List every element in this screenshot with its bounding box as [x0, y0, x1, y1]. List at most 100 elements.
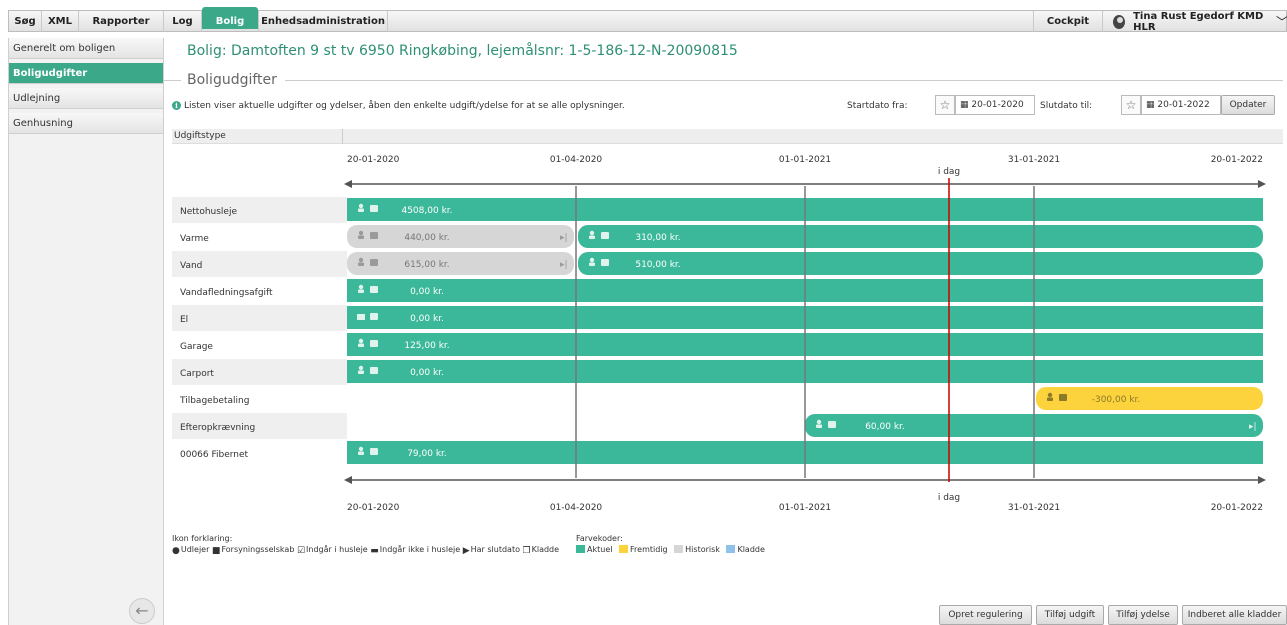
minus-box-icon — [370, 232, 378, 239]
user-icon-body — [358, 343, 364, 347]
minus-box-icon — [601, 232, 609, 239]
user-icon-body — [358, 451, 364, 455]
legend-aktuel: Aktuel — [587, 545, 613, 554]
color-legend-title: Farvekoder: — [576, 534, 623, 543]
user-icon-body — [358, 289, 364, 293]
minus-box-icon — [370, 205, 378, 212]
minus-box-icon — [828, 421, 836, 428]
legend-kladde-color: Kladde — [737, 545, 765, 554]
axis-arrow-right — [1258, 180, 1266, 188]
expense-amount: 60,00 kr. — [865, 422, 905, 432]
swatch-aktuel — [576, 545, 585, 553]
date-marker-top: 01-04-2020 — [550, 155, 603, 165]
today-label-top: i dag — [938, 167, 960, 177]
tilfoej-udgift-button[interactable]: Tilføj udgift — [1036, 605, 1104, 625]
row-label: 00066 Fibernet — [180, 450, 249, 460]
swatch-kladde — [726, 545, 736, 553]
expense-amount: 4508,00 kr. — [401, 206, 452, 216]
date-marker-bottom: 01-04-2020 — [550, 503, 603, 513]
indberet-alle-kladder-button[interactable]: Indberet alle kladder — [1182, 605, 1287, 625]
date-marker-top: 20-01-2020 — [347, 155, 400, 165]
user-icon — [358, 338, 364, 344]
expense-amount: 0,00 kr. — [410, 287, 444, 297]
user-icon — [1047, 392, 1053, 398]
minus-box-icon: ▬ — [370, 546, 379, 556]
user-icon: ● — [172, 546, 180, 556]
minus-box-icon — [370, 367, 378, 374]
end-date-icon: ▶ — [462, 546, 470, 556]
expense-bar[interactable] — [578, 252, 1263, 275]
axis-arrow-right — [1258, 476, 1266, 484]
user-icon — [816, 419, 822, 425]
axis-arrow-left — [344, 180, 352, 188]
end-date-icon: ▸| — [560, 233, 568, 243]
user-icon — [589, 230, 595, 236]
user-icon — [358, 365, 364, 371]
row-label-bg — [172, 305, 347, 331]
row-label: Garage — [180, 342, 213, 352]
legend-slutdato: Har slutdato — [470, 545, 520, 554]
swatch-historisk — [674, 545, 684, 553]
expense-amount: 0,00 kr. — [410, 368, 444, 378]
user-icon — [358, 257, 364, 263]
expense-amount: 310,00 kr. — [635, 233, 680, 243]
user-icon — [358, 230, 364, 236]
end-date-icon: ▸| — [1249, 422, 1257, 432]
row-label: El — [180, 315, 188, 325]
user-icon-body — [816, 424, 822, 428]
expense-amount: 125,00 kr. — [404, 341, 449, 351]
minus-box-icon — [370, 448, 378, 455]
expense-bar[interactable] — [347, 225, 574, 248]
row-label: Carport — [180, 369, 214, 379]
minus-box-icon — [370, 286, 378, 293]
date-marker-bottom: 20-01-2020 — [347, 503, 400, 513]
icon-legend: Ikon forklaring: ●Udlejer ■Forsyningssel… — [172, 534, 559, 556]
row-label: Varme — [180, 234, 209, 244]
icon-legend-title: Ikon forklaring: — [172, 534, 233, 543]
user-icon — [589, 257, 595, 263]
minus-box-icon — [370, 340, 378, 347]
date-marker-top: 31-01-2021 — [1008, 155, 1060, 165]
end-date-icon: ▸| — [560, 260, 568, 270]
date-marker-bottom: 01-01-2021 — [779, 503, 831, 513]
axis-arrow-left — [344, 476, 352, 484]
date-marker-top: 01-01-2021 — [779, 155, 831, 165]
user-icon-body — [358, 208, 364, 212]
expense-timeline: Nettohusleje Varme Vand Vandafledningsafgif… — [172, 155, 1266, 513]
factory-icon — [357, 314, 365, 320]
color-legend: Farvekoder: Aktuel Fremtidig Historisk K… — [576, 534, 765, 554]
row-label: Tilbagebetaling — [179, 396, 249, 406]
user-icon — [358, 203, 364, 209]
user-icon-body — [589, 262, 595, 266]
user-icon-body — [589, 235, 595, 239]
expense-amount: 79,00 kr. — [407, 449, 447, 459]
opret-regulering-button[interactable]: Opret regulering — [939, 605, 1032, 625]
user-icon — [358, 284, 364, 290]
user-icon-body — [358, 262, 364, 266]
expense-bar[interactable] — [578, 225, 1263, 248]
user-icon-body — [358, 235, 364, 239]
factory-icon: ■ — [211, 546, 221, 556]
expense-bar[interactable] — [1036, 387, 1263, 410]
row-label: Vand — [180, 261, 202, 271]
row-label: Vandafledningsafgift — [180, 288, 273, 298]
user-icon-body — [358, 370, 364, 374]
minus-box-icon — [370, 259, 378, 266]
draft-icon: ❐ — [522, 546, 531, 556]
expense-amount: 0,00 kr. — [410, 314, 444, 324]
user-icon — [358, 446, 364, 452]
date-marker-bottom: 20-01-2022 — [1211, 503, 1263, 513]
tilfoej-ydelse-button[interactable]: Tilføj ydelse — [1108, 605, 1178, 625]
legend-indgaar: Indgår i husleje — [306, 545, 368, 554]
legend-historisk: Historisk — [685, 545, 720, 554]
checkbox-checked-icon: ☑ — [296, 546, 306, 556]
expense-amount: 615,00 kr. — [404, 260, 449, 270]
minus-box-icon — [370, 313, 378, 320]
minus-box-icon — [601, 259, 609, 266]
date-marker-top: 20-01-2022 — [1211, 155, 1263, 165]
minus-box-icon — [1059, 394, 1067, 401]
expense-amount: 440,00 kr. — [404, 233, 449, 243]
row-label: Efteropkrævning — [180, 423, 255, 433]
expense-amount: 510,00 kr. — [635, 260, 680, 270]
expense-bar[interactable] — [347, 252, 574, 275]
